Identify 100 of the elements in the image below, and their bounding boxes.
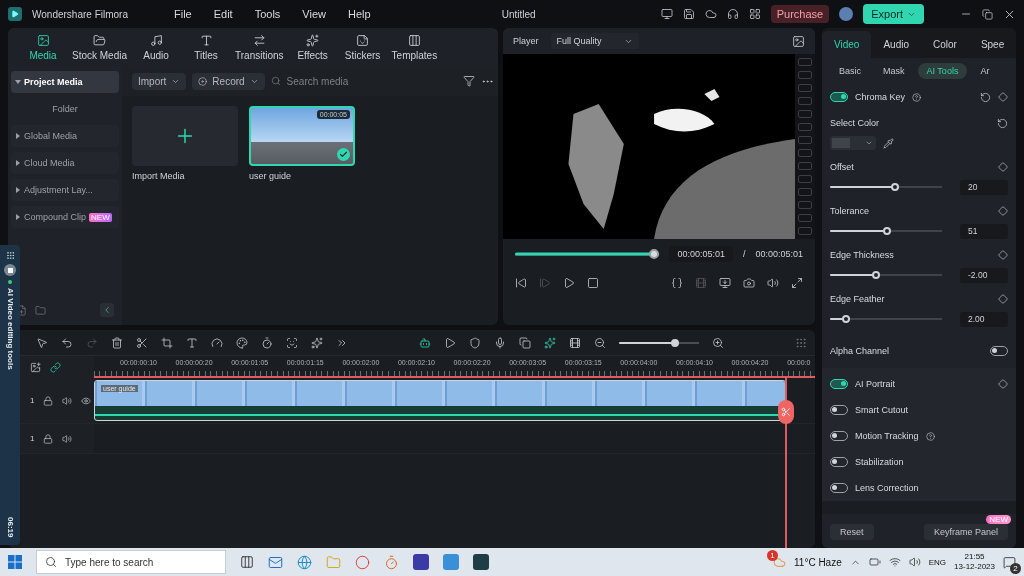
undo-icon[interactable]: [61, 336, 73, 349]
robot-icon[interactable]: [419, 336, 431, 349]
eyedropper-icon[interactable]: [883, 137, 894, 149]
keyframe-icon[interactable]: [998, 294, 1008, 304]
menu-item[interactable]: File: [167, 8, 198, 20]
menu-item[interactable]: View: [296, 8, 332, 20]
collapse-button[interactable]: [100, 303, 114, 317]
monitor-icon[interactable]: [660, 8, 673, 20]
mark-in-icon[interactable]: [671, 277, 683, 289]
restore-icon[interactable]: [982, 8, 993, 20]
lock-icon[interactable]: [43, 395, 54, 406]
toggle-switch[interactable]: [830, 92, 848, 102]
quality-dropdown[interactable]: Full Quality: [550, 33, 639, 49]
inspector-tab[interactable]: Audio: [871, 31, 921, 58]
stop-icon[interactable]: [587, 277, 599, 289]
sidebar-item[interactable]: Cloud Media: [11, 152, 119, 174]
notification-icon[interactable]: [1003, 555, 1016, 569]
zoom-out-icon[interactable]: [594, 336, 606, 349]
media-tab[interactable]: Effects: [291, 33, 334, 61]
sparkle-icon[interactable]: [311, 336, 323, 349]
link-icon[interactable]: [50, 361, 61, 373]
clock-app-icon[interactable]: [384, 554, 399, 570]
slider-thumb[interactable]: [891, 183, 900, 191]
add-track-icon[interactable]: [30, 361, 41, 373]
menu-item[interactable]: Edit: [207, 8, 239, 20]
keyframe-icon[interactable]: [998, 206, 1008, 216]
purchase-button[interactable]: Purchase: [770, 5, 830, 23]
keyframe-icon[interactable]: [998, 250, 1008, 260]
snap-icon[interactable]: [544, 336, 556, 349]
weather-icon[interactable]: [773, 555, 786, 569]
crop-icon[interactable]: [161, 336, 173, 349]
camera-icon[interactable]: [743, 277, 755, 289]
sub-tab[interactable]: Mask: [874, 63, 914, 79]
grip-icon[interactable]: [5, 251, 15, 260]
keyframe-icon[interactable]: [998, 92, 1008, 102]
previous-frame-icon[interactable]: [515, 277, 527, 289]
stop-button[interactable]: [4, 264, 16, 276]
reset-icon[interactable]: [980, 91, 991, 103]
search-field[interactable]: Search media: [270, 75, 451, 87]
value-field[interactable]: 20: [960, 179, 1008, 195]
sub-tab[interactable]: AI Tools: [917, 63, 968, 79]
layers-icon[interactable]: [519, 336, 531, 349]
microphone-icon[interactable]: [494, 336, 506, 349]
marker-icon[interactable]: [469, 336, 481, 349]
palette-icon[interactable]: [236, 336, 248, 349]
grip-icon[interactable]: [795, 336, 807, 349]
grid-icon[interactable]: [748, 8, 761, 20]
taskbar-search-field[interactable]: Type here to search: [36, 550, 226, 574]
export-button[interactable]: Export: [863, 4, 924, 24]
slider-thumb[interactable]: [883, 227, 892, 235]
media-tab[interactable]: Stickers: [341, 33, 384, 61]
fullscreen-icon[interactable]: [791, 277, 803, 289]
media-tab[interactable]: Transitions: [235, 33, 284, 61]
menu-item[interactable]: Help: [342, 8, 377, 20]
battery-icon[interactable]: [868, 556, 881, 568]
sidebar-item[interactable]: Global Media: [11, 125, 119, 147]
progress-track[interactable]: [515, 249, 660, 259]
image-icon[interactable]: [792, 34, 805, 48]
slider-thumb[interactable]: [842, 315, 851, 323]
sidebar-item[interactable]: Folder: [11, 98, 119, 120]
app-icon[interactable]: [473, 554, 489, 570]
sub-tab[interactable]: Basic: [830, 63, 870, 79]
media-tab[interactable]: Templates: [391, 33, 438, 61]
media-tab[interactable]: Media: [22, 33, 64, 61]
render-icon[interactable]: [444, 336, 456, 349]
keyframe-icon[interactable]: [998, 162, 1008, 172]
timer-icon[interactable]: [261, 336, 273, 349]
play-icon[interactable]: [563, 277, 575, 289]
progress-thumb[interactable]: [649, 249, 660, 259]
media-tab[interactable]: Audio: [135, 33, 178, 61]
sidebar-item[interactable]: Compound Clip NEW: [11, 206, 119, 228]
reset-icon[interactable]: [997, 117, 1008, 129]
volume-icon[interactable]: [62, 433, 73, 444]
volume-icon[interactable]: [62, 395, 73, 406]
zoom-slider-thumb[interactable]: [670, 338, 679, 347]
lock-icon[interactable]: [43, 433, 54, 444]
zoom-in-icon[interactable]: [712, 336, 724, 349]
color-dropdown[interactable]: [830, 136, 876, 150]
reset-button[interactable]: Reset: [830, 524, 874, 540]
value-field[interactable]: 51: [960, 223, 1008, 239]
mail-icon[interactable]: [268, 554, 283, 570]
display-icon[interactable]: [719, 277, 731, 289]
inspector-tab[interactable]: Color: [921, 31, 969, 58]
cloud-icon[interactable]: [704, 8, 717, 20]
toggle-switch[interactable]: [830, 379, 848, 389]
task-view-icon[interactable]: [240, 555, 254, 569]
help-icon[interactable]: [912, 92, 922, 102]
inspector-tab[interactable]: Spee: [968, 31, 1016, 58]
scissors-icon[interactable]: [136, 336, 148, 349]
eye-icon[interactable]: [81, 395, 92, 406]
speed-icon[interactable]: [211, 336, 223, 349]
delete-icon[interactable]: [111, 336, 123, 349]
record-button[interactable]: Record: [192, 72, 265, 90]
import-media-tile[interactable]: [132, 106, 238, 166]
wifi-icon[interactable]: [888, 556, 901, 568]
volume-icon[interactable]: [767, 277, 779, 289]
avatar[interactable]: [839, 7, 854, 21]
inspector-tab[interactable]: Video: [822, 31, 872, 58]
value-field[interactable]: 2.00: [960, 311, 1008, 327]
volume-icon[interactable]: [908, 556, 921, 568]
